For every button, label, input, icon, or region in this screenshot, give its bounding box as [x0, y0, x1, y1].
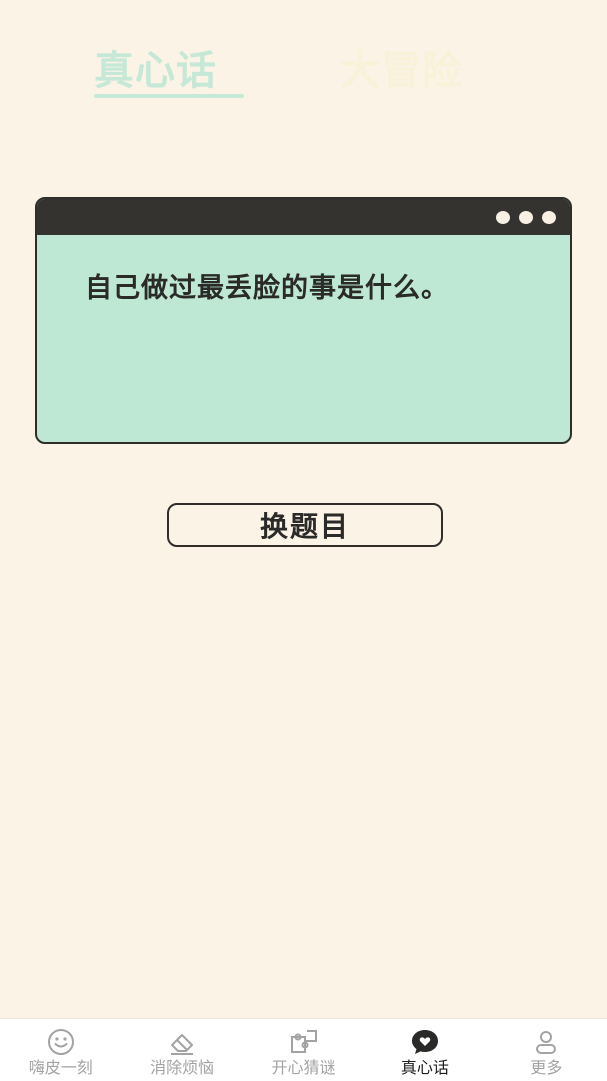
nav-item-eliminate-worries[interactable]: 消除烦恼 [121, 1019, 242, 1081]
top-tabs: 真心话 大冒险 [0, 40, 607, 110]
bottom-nav: 嗨皮一刻 消除烦恼 开心猜谜 真心话 更多 [0, 1018, 607, 1081]
tab-dare[interactable]: 大冒险 [340, 46, 463, 96]
nav-item-happy-moment[interactable]: 嗨皮一刻 [0, 1019, 121, 1081]
smiley-icon [47, 1029, 74, 1055]
heart-bubble-icon [411, 1030, 438, 1054]
change-question-button[interactable]: 换题目 [167, 503, 443, 547]
nav-label: 开心猜谜 [271, 1058, 336, 1077]
nav-item-more[interactable]: 更多 [486, 1019, 607, 1081]
puzzle-icon [290, 1030, 317, 1053]
dot-icon [496, 211, 510, 224]
nav-label: 消除烦恼 [150, 1058, 215, 1077]
user-icon [536, 1031, 557, 1054]
window-dots [496, 211, 556, 224]
card-title-bar [37, 199, 570, 235]
nav-label: 更多 [530, 1058, 563, 1077]
nav-item-riddles[interactable]: 开心猜谜 [243, 1019, 364, 1081]
question-card: 自己做过最丢脸的事是什么。 [35, 197, 572, 444]
tab-truth[interactable]: 真心话 [94, 46, 217, 96]
question-text: 自己做过最丢脸的事是什么。 [85, 273, 449, 304]
dot-icon [542, 211, 556, 224]
nav-label: 嗨皮一刻 [28, 1058, 93, 1077]
nav-label: 真心话 [400, 1058, 449, 1077]
eraser-icon [171, 1034, 194, 1055]
nav-item-truth[interactable]: 真心话 [364, 1019, 485, 1081]
dot-icon [519, 211, 533, 224]
active-tab-underline [94, 94, 244, 98]
